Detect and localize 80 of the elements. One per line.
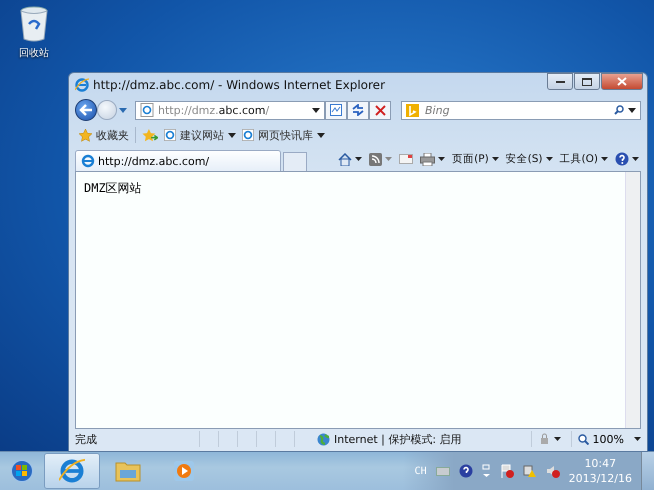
page-text: DMZ区网站 <box>84 181 142 195</box>
back-button[interactable] <box>75 99 97 121</box>
feeds-button[interactable] <box>367 152 394 166</box>
favorites-link[interactable]: 网页快讯库 <box>242 128 325 142</box>
trash-bin-icon <box>19 6 49 42</box>
minimize-icon <box>556 80 564 84</box>
magnifier-icon <box>578 434 589 444</box>
maximize-icon <box>582 78 592 86</box>
left-arrow-icon <box>79 104 93 116</box>
close-icon <box>374 104 386 116</box>
dropdown-icon <box>385 157 392 161</box>
refresh-button[interactable] <box>347 100 369 120</box>
date-text: 2013/12/16 <box>568 471 632 486</box>
command-menu[interactable]: 页面(P) <box>450 152 501 166</box>
rss-feed-icon <box>369 152 382 166</box>
dropdown-icon <box>312 108 320 112</box>
globe-icon <box>317 432 330 446</box>
ie-logo-icon <box>81 154 95 168</box>
help-icon[interactable] <box>458 464 473 478</box>
dropdown-icon <box>632 157 639 161</box>
url-text: http://dmz.abc.com/ <box>158 104 270 116</box>
show-desktop-button[interactable] <box>641 452 654 490</box>
bing-logo-icon <box>406 104 419 116</box>
close-button[interactable] <box>601 73 643 90</box>
dropdown-icon <box>317 132 325 138</box>
window-title: http://dmz.abc.com/ - Windows Internet Explorer <box>93 78 386 92</box>
dropdown-icon <box>119 108 127 112</box>
windows-logo-icon <box>11 460 33 482</box>
time-text: 10:47 <box>584 456 616 471</box>
home-button[interactable] <box>336 152 364 166</box>
ie-logo-icon <box>59 458 85 484</box>
command-menu[interactable]: 安全(S) <box>504 152 555 166</box>
security-zone-text: Internet | 保护模式: 启用 <box>334 432 462 446</box>
flag-error-icon[interactable] <box>500 464 514 478</box>
zoom-button[interactable]: 100% <box>570 431 630 447</box>
close-icon <box>617 77 627 86</box>
dropdown-icon <box>546 157 553 161</box>
page-icon <box>140 103 154 117</box>
ie-logo-icon <box>242 129 254 141</box>
search-field[interactable]: Bing <box>401 100 641 120</box>
envelope-icon <box>399 154 414 164</box>
dropdown-icon <box>601 157 608 161</box>
dropdown-icon <box>355 157 362 161</box>
dropdown-icon <box>554 437 561 441</box>
recycle-bin-shortcut[interactable]: 回收站 <box>12 6 56 60</box>
play-button-icon <box>173 460 195 482</box>
taskbar-app-button[interactable] <box>44 453 100 489</box>
print-button[interactable] <box>418 152 448 166</box>
folder-icon <box>115 460 141 482</box>
favorites-link[interactable]: 建议网站 <box>164 128 236 142</box>
dropdown-icon <box>228 132 236 138</box>
ie-logo-icon <box>75 78 89 92</box>
help-button[interactable] <box>613 152 641 166</box>
minimize-button[interactable] <box>547 73 573 90</box>
command-menu[interactable]: 工具(O) <box>558 152 610 166</box>
dropdown-icon <box>492 157 499 161</box>
dropdown-icon <box>438 157 446 161</box>
browser-tab[interactable]: http://dmz.abc.com/ <box>75 150 281 171</box>
desktop-icon-label: 回收站 <box>19 46 49 60</box>
printer-icon <box>420 152 436 166</box>
maximize-button[interactable] <box>574 73 600 90</box>
help-icon <box>615 152 629 166</box>
favorites-button[interactable]: 收藏夹 <box>79 128 129 142</box>
show-hidden-icons-icon[interactable] <box>482 464 491 478</box>
ie-logo-icon <box>164 129 176 141</box>
vertical-scrollbar[interactable] <box>625 172 640 428</box>
compatibility-view-button[interactable] <box>325 100 347 120</box>
house-icon <box>338 152 352 166</box>
search-input[interactable]: Bing <box>423 102 610 118</box>
stop-button[interactable] <box>369 100 391 120</box>
search-icon <box>614 105 624 115</box>
dropdown-icon <box>634 437 641 441</box>
read-mail-button[interactable] <box>397 154 416 164</box>
star-icon <box>79 128 92 142</box>
refresh-arrows-icon <box>352 104 364 116</box>
speaker-muted-icon[interactable] <box>546 464 560 478</box>
address-bar[interactable]: http://dmz.abc.com/ <box>135 100 325 120</box>
dropdown-icon <box>628 108 636 112</box>
status-text: 完成 <box>75 432 98 446</box>
add-favorite-icon[interactable] <box>142 128 158 142</box>
